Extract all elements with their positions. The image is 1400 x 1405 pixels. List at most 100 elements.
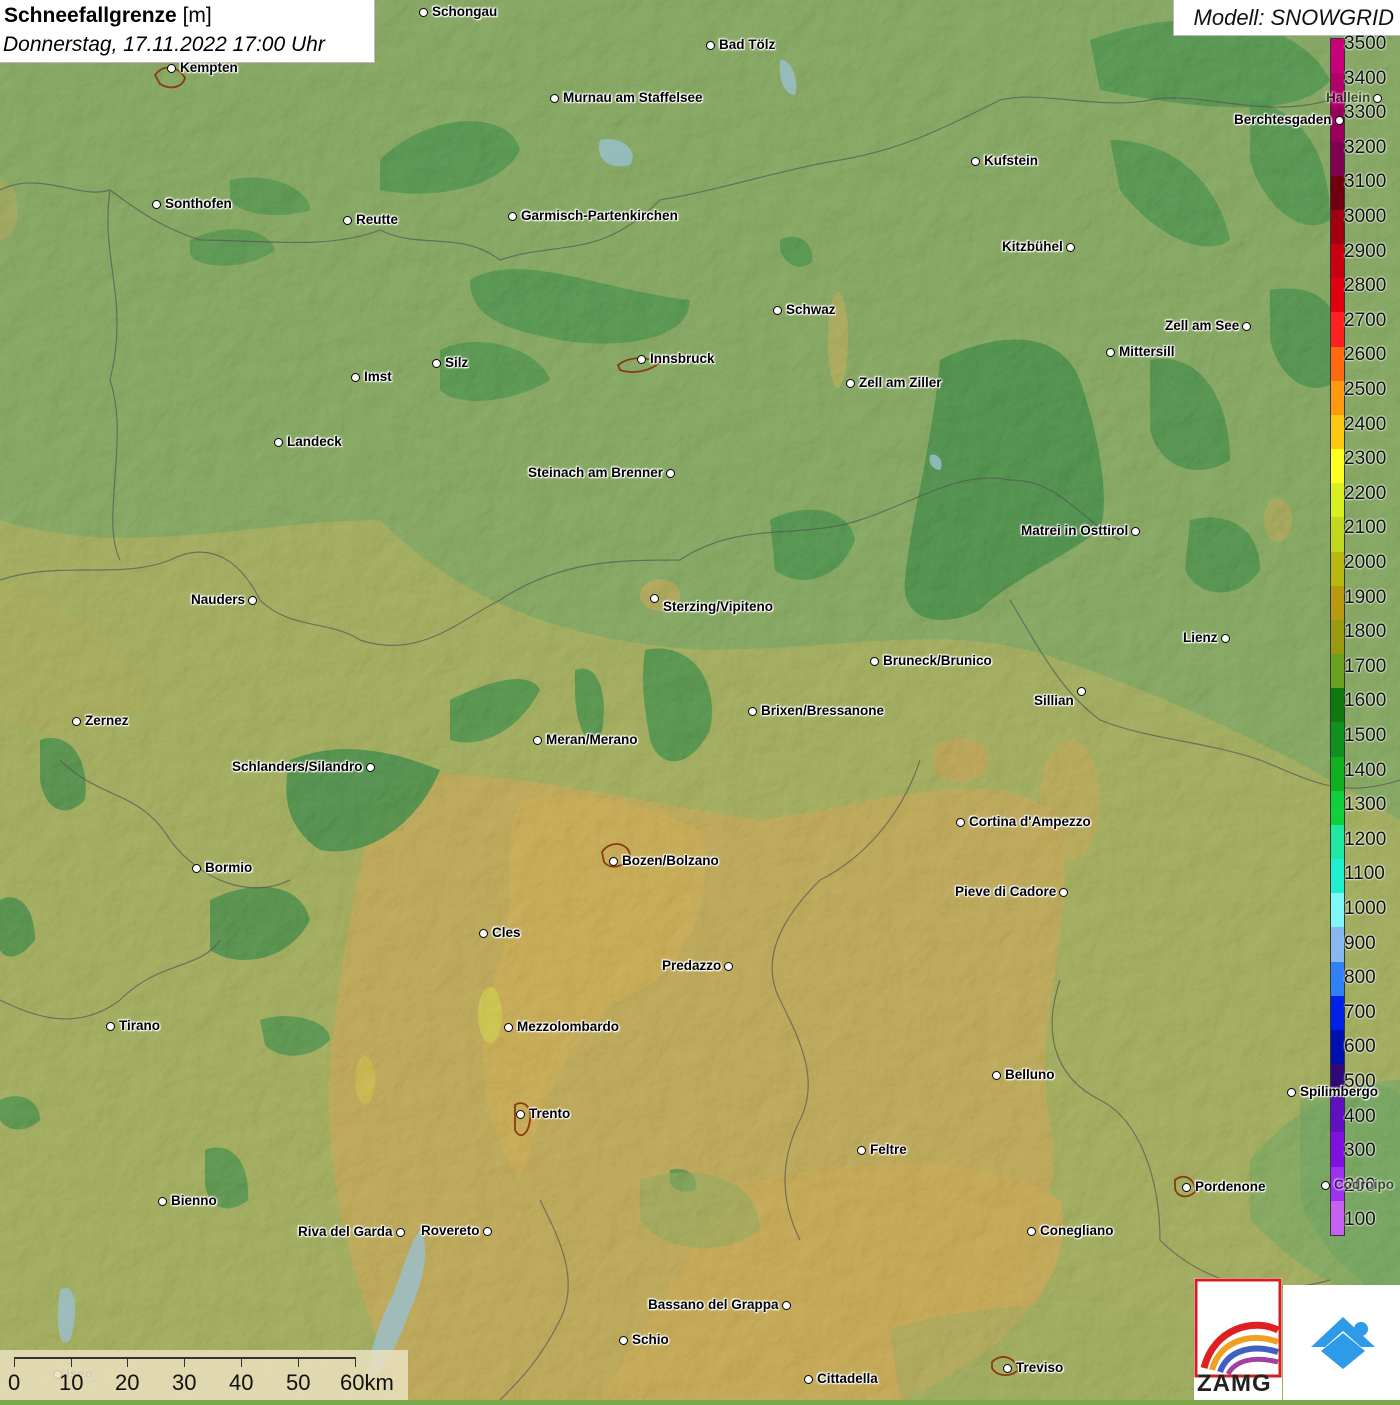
city-label[interactable]: Lienz [1183,630,1218,645]
legend-swatch [1331,995,1344,1031]
city-label[interactable]: Bozen/Bolzano [622,853,719,868]
city-label[interactable]: Trento [529,1106,570,1121]
legend-swatch [1331,244,1344,279]
city-dot [274,438,283,447]
legend-label: 2300 [1344,448,1387,470]
city-label[interactable]: Sonthofen [165,196,232,211]
city-label[interactable]: Treviso [1016,1360,1063,1375]
city-label[interactable]: Steinach am Brenner [528,465,663,480]
city-label[interactable]: Cles [492,925,521,940]
city-label[interactable]: Kufstein [984,153,1038,168]
scale-tick [14,1357,15,1367]
legend-label: 3100 [1344,171,1387,193]
scale-tick [71,1357,72,1367]
city-label[interactable]: Mittersill [1119,344,1175,359]
city-label[interactable]: Sillian [1034,693,1074,708]
legend-label: 3500 [1344,33,1387,54]
map-title-unit: [m] [176,4,212,27]
city-label[interactable]: Hallein [1326,90,1370,105]
city-label[interactable]: Schongau [432,4,497,19]
city-dot [1027,1227,1036,1236]
legend-label: 1800 [1344,621,1387,643]
city-label[interactable]: Murnau am Staffelsee [563,90,703,105]
city-label[interactable]: Spilimbergo [1300,1084,1378,1099]
scale-tick [127,1357,128,1367]
city-label[interactable]: Bormio [205,860,252,875]
city-dot [167,64,176,73]
legend-label: 1100 [1344,863,1385,885]
legend-swatch [1331,756,1344,792]
city-label[interactable]: Brixen/Bressanone [761,703,884,718]
legend-swatch [1331,1098,1344,1133]
city-label[interactable]: Schio [632,1332,669,1347]
city-dot [1242,322,1251,331]
legend-swatch [1331,859,1344,894]
city-label[interactable]: Bassano del Grappa [648,1297,779,1312]
model-label: Modell: SNOWGRID [1193,5,1394,30]
legend-swatch [1331,39,1344,74]
scale-tick [298,1357,299,1367]
map-title: Schneefallgrenze [m] [4,4,212,28]
city-dot [1221,634,1230,643]
city-label[interactable]: Imst [364,369,392,384]
city-dot [72,717,81,726]
city-label[interactable]: Bienno [171,1193,217,1208]
city-dot [650,594,659,603]
legend-label: 3200 [1344,136,1387,158]
city-label[interactable]: Zernez [85,713,129,728]
city-label[interactable]: Sterzing/Vipiteno [663,599,773,614]
city-label[interactable]: Riva del Garda [298,1224,393,1239]
legend-swatch [1331,312,1344,348]
city-dot [846,379,855,388]
city-label[interactable]: Garmisch-Partenkirchen [521,208,678,223]
city-label[interactable]: Zell am See [1165,318,1239,333]
city-dot [366,763,375,772]
city-label[interactable]: Belluno [1005,1067,1055,1082]
city-label[interactable]: Cortina d'Ampezzo [969,814,1091,829]
city-label[interactable]: Zell am Ziller [859,375,942,390]
city-dot [1131,527,1140,536]
city-label[interactable]: Predazzo [662,958,721,973]
city-label[interactable]: Landeck [287,434,342,449]
city-label[interactable]: Nauders [191,592,245,607]
legend-swatch [1331,209,1344,245]
city-label[interactable]: Schlanders/Silandro [232,759,363,774]
city-label[interactable]: Cittadella [817,1371,878,1386]
city-label[interactable]: Tirano [119,1018,160,1033]
city-label[interactable]: Schwaz [786,302,836,317]
city-dot [870,657,879,666]
legend-swatch [1331,654,1344,689]
city-label[interactable]: Bruneck/Brunico [883,653,992,668]
city-label[interactable]: Feltre [870,1142,907,1157]
legend-label: 2500 [1344,379,1387,400]
city-label[interactable]: Bad Tölz [719,37,775,52]
city-label[interactable]: Codroipo [1334,1177,1394,1192]
city-label[interactable]: Pordenone [1195,1179,1266,1194]
city-dot [152,200,161,209]
scale-label: 50 [286,1370,311,1395]
legend-label: 300 [1344,1140,1376,1162]
legend-swatch [1331,961,1344,997]
city-label[interactable]: Berchtesgaden [1234,112,1332,127]
city-label[interactable]: Kempten [180,60,238,75]
model-label-box: Modell: SNOWGRID [1173,0,1400,36]
legend-swatch [1331,893,1344,928]
city-label[interactable]: Kitzbühel [1002,239,1063,254]
city-label[interactable]: Pieve di Cadore [955,884,1056,899]
city-label[interactable]: Mezzolombardo [517,1019,619,1034]
legend-label: 2700 [1344,309,1387,331]
city-label[interactable]: Matrei in Osttirol [1021,523,1128,538]
legend-label: 2200 [1344,482,1387,504]
city-label[interactable]: Reutte [356,212,398,227]
city-label[interactable]: Rovereto [421,1223,480,1238]
city-label[interactable]: Conegliano [1040,1223,1114,1238]
city-dot [956,818,965,827]
legend-swatch [1331,1200,1344,1236]
legend-swatch [1331,346,1344,382]
legend-label: 900 [1344,932,1376,954]
city-label[interactable]: Meran/Merano [546,732,638,747]
city-label[interactable]: Innsbruck [650,351,715,366]
city-label[interactable]: Silz [445,355,468,370]
city-dot [158,1197,167,1206]
map-datetime: Donnerstag, 17.11.2022 17:00 Uhr [3,33,325,56]
